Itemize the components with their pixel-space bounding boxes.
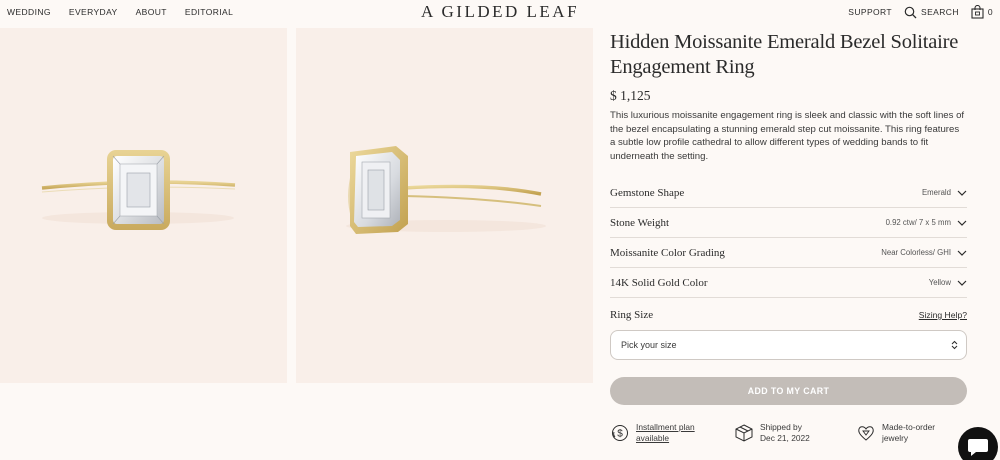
- shopping-bag-icon: [971, 5, 984, 19]
- chat-widget-button[interactable]: [958, 427, 998, 460]
- product-photo-front[interactable]: [0, 28, 287, 383]
- perk-line2: available: [636, 432, 670, 443]
- perk-line1: Installment plan: [636, 422, 695, 432]
- sizing-help-link[interactable]: Sizing Help?: [919, 310, 967, 320]
- ring-size-label: Ring Size: [610, 309, 654, 321]
- chevron-down-icon: [957, 220, 967, 226]
- option-label: Moissanite Color Grading: [610, 246, 725, 259]
- search-button[interactable]: SEARCH: [904, 6, 959, 19]
- diamond-heart-icon: [858, 425, 874, 441]
- nav-about-link[interactable]: ABOUT: [136, 7, 167, 17]
- package-box-icon: [735, 423, 753, 442]
- perk-made-to-order: Made-to-order jewelry: [856, 422, 935, 443]
- ring-front-image: [41, 150, 236, 230]
- svg-text:$: $: [617, 428, 623, 439]
- option-color-grading[interactable]: Moissanite Color Grading Near Colorless/…: [610, 238, 967, 268]
- dollar-coin-icon: $: [612, 424, 628, 441]
- perk-line2: Dec 21, 2022: [760, 432, 810, 443]
- option-stone-weight[interactable]: Stone Weight 0.92 ctw/ 7 x 5 mm: [610, 208, 967, 238]
- chevron-updown-icon: [951, 340, 958, 350]
- option-gemstone-shape[interactable]: Gemstone Shape Emerald: [610, 178, 967, 208]
- search-label: SEARCH: [921, 7, 959, 17]
- support-link[interactable]: SUPPORT: [848, 7, 892, 17]
- perk-installment[interactable]: $ Installment plan available: [610, 422, 734, 443]
- nav-everyday-link[interactable]: EVERYDAY: [69, 7, 118, 17]
- chevron-down-icon: [957, 190, 967, 196]
- ring-angle-image: [346, 146, 546, 234]
- chevron-down-icon: [957, 250, 967, 256]
- product-title: Hidden Moissanite Emerald Bezel Solitair…: [610, 31, 959, 78]
- product-info: Hidden Moissanite Emerald Bezel Solitair…: [610, 30, 967, 163]
- option-value: Emerald: [921, 188, 951, 197]
- product-photo-angle[interactable]: [296, 28, 593, 383]
- perks-row: $ Installment plan available Shipped by …: [610, 422, 967, 443]
- utility-menu: SUPPORT SEARCH 0: [848, 5, 993, 19]
- top-navigation: WEDDING EVERYDAY ABOUT EDITORIAL A GILDE…: [0, 0, 1000, 26]
- ring-size-select[interactable]: Pick your size: [610, 330, 967, 360]
- option-value: 0.92 ctw/ 7 x 5 mm: [885, 218, 951, 227]
- option-value: Yellow: [928, 278, 951, 287]
- chevron-down-icon: [957, 280, 967, 286]
- nav-editorial-link[interactable]: EDITORIAL: [185, 7, 233, 17]
- add-to-cart-button[interactable]: ADD TO MY CART: [610, 377, 967, 405]
- perk-shipping: Shipped by Dec 21, 2022: [734, 422, 856, 443]
- option-label: Gemstone Shape: [610, 186, 685, 199]
- option-value: Near Colorless/ GHI: [881, 248, 951, 257]
- nav-wedding-link[interactable]: WEDDING: [7, 7, 51, 17]
- support-label: SUPPORT: [848, 7, 893, 17]
- perk-line2: jewelry: [882, 432, 909, 443]
- cart-button[interactable]: 0: [971, 5, 993, 19]
- product-description: This luxurious moissanite engagement rin…: [610, 110, 965, 162]
- option-gold-color[interactable]: 14K Solid Gold Color Yellow: [610, 268, 967, 298]
- perk-line1: Shipped by: [760, 422, 802, 432]
- product-price: $ 1,125: [610, 88, 651, 103]
- ring-size-placeholder: Pick your size: [621, 340, 677, 350]
- perk-line1: Made-to-order: [882, 422, 936, 432]
- option-label: Stone Weight: [610, 216, 670, 229]
- cart-count: 0: [987, 7, 993, 17]
- main-menu: WEDDING EVERYDAY ABOUT EDITORIAL: [7, 7, 233, 17]
- ring-size-header: Ring Size Sizing Help?: [610, 309, 967, 321]
- search-icon: [904, 6, 917, 18]
- chat-bubble-icon: [968, 439, 988, 456]
- product-options: Gemstone Shape Emerald Stone Weight 0.92…: [610, 178, 967, 298]
- option-label: 14K Solid Gold Color: [610, 276, 708, 289]
